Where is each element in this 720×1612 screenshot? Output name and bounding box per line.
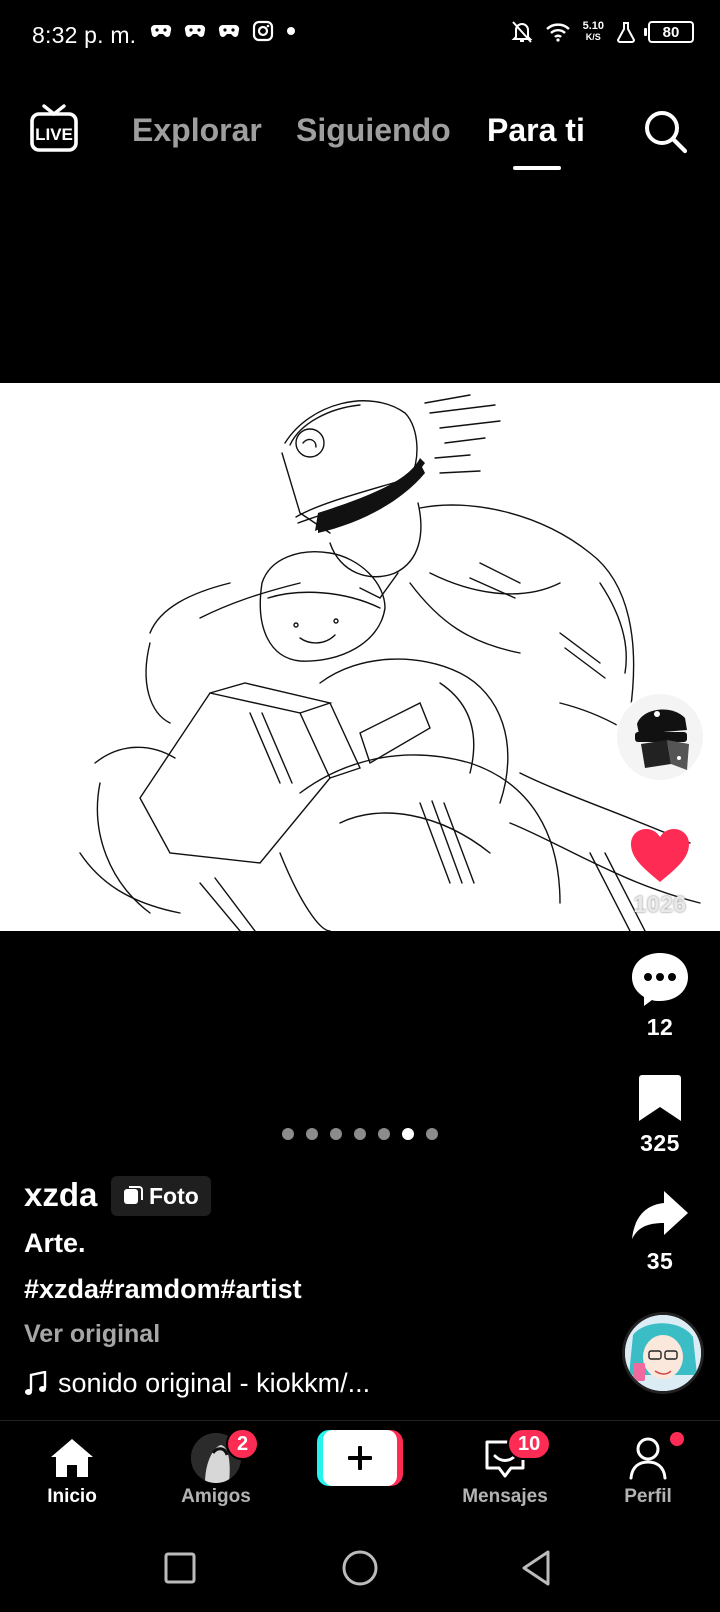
create-button[interactable] <box>317 1430 403 1486</box>
game-controller-icon <box>150 24 172 37</box>
creator-username[interactable]: xzda <box>24 1176 97 1214</box>
game-controller-icon <box>184 24 206 37</box>
tab-para-ti[interactable]: Para ti <box>487 112 585 149</box>
live-icon[interactable]: LIVE <box>30 104 78 154</box>
dot-icon <box>287 27 295 35</box>
comment-icon <box>632 953 688 1006</box>
comment-action[interactable]: 12 <box>620 951 700 1041</box>
carousel-dot-active[interactable] <box>402 1128 414 1140</box>
network-speed: 5.10 K/S <box>583 21 604 43</box>
nav-mensajes-label: Mensajes <box>462 1486 548 1507</box>
post-image[interactable] <box>0 383 720 931</box>
home-icon <box>51 1439 93 1477</box>
status-time: 8:32 p. m. <box>32 22 137 48</box>
amigos-notification-badge: 2 <box>226 1428 260 1460</box>
active-tab-indicator <box>513 166 561 170</box>
sound-disc-image <box>625 1315 701 1391</box>
photo-badge: Foto <box>111 1176 211 1216</box>
nav-amigos[interactable]: 2 Amigos <box>156 1428 276 1508</box>
battery-icon: 80 <box>644 21 694 43</box>
instagram-icon <box>252 20 274 42</box>
nav-amigos-label: Amigos <box>181 1486 251 1507</box>
carousel-dot[interactable] <box>306 1128 318 1140</box>
sketch-artwork <box>79 394 701 931</box>
tab-explorar[interactable]: Explorar <box>132 112 262 149</box>
like-count: 1026 <box>633 891 687 917</box>
perfil-notification-dot <box>670 1432 684 1446</box>
network-speed-unit: K/S <box>585 32 601 42</box>
bookmark-icon <box>639 1075 681 1121</box>
status-notification-icons <box>150 20 296 42</box>
wifi-icon <box>545 23 570 42</box>
carousel-dot[interactable] <box>426 1128 438 1140</box>
like-action[interactable]: 1026 <box>620 828 700 918</box>
network-speed-value: 5.10 <box>582 20 604 32</box>
bottom-divider <box>0 1420 720 1421</box>
search-icon[interactable] <box>642 108 688 154</box>
home-circle-icon[interactable] <box>338 1546 382 1590</box>
carousel-indicator <box>282 1128 438 1140</box>
share-action[interactable]: 35 <box>620 1189 700 1275</box>
notifications-off-icon <box>511 21 532 43</box>
nav-mensajes[interactable]: 10 Mensajes <box>445 1428 565 1508</box>
status-bar: 8:32 p. m. 5.10 K/S 80 <box>0 0 720 72</box>
nav-perfil[interactable]: Perfil <box>588 1432 708 1508</box>
mensajes-notification-badge: 10 <box>507 1428 552 1460</box>
sound-name: sonido original - kiokkm/... <box>58 1368 371 1398</box>
tab-siguiendo[interactable]: Siguiendo <box>296 112 451 149</box>
creator-avatar-image <box>617 694 703 780</box>
status-system-icons: 5.10 K/S 80 <box>511 20 694 44</box>
comment-count: 12 <box>646 1014 674 1040</box>
carousel-dot[interactable] <box>282 1128 294 1140</box>
caption-hashtags[interactable]: #xzda#ramdom#artist <box>24 1274 302 1305</box>
carousel-dot[interactable] <box>354 1128 366 1140</box>
lab-flask-icon <box>616 22 636 43</box>
caption-title: Arte. <box>24 1228 86 1258</box>
game-controller-icon <box>218 24 240 37</box>
share-icon <box>632 1191 688 1239</box>
system-navigation-bar <box>0 1526 720 1612</box>
photo-stack-icon <box>124 1186 143 1204</box>
photo-badge-label: Foto <box>149 1182 199 1209</box>
carousel-dot[interactable] <box>330 1128 342 1140</box>
nav-perfil-label: Perfil <box>624 1486 672 1507</box>
recent-apps-icon[interactable] <box>158 1546 202 1590</box>
profile-icon <box>629 1437 667 1480</box>
battery-level: 80 <box>662 23 680 41</box>
music-note-icon <box>25 1370 47 1395</box>
heart-icon <box>631 829 689 882</box>
save-action[interactable]: 325 <box>620 1073 700 1157</box>
sound-info[interactable]: sonido original - kiokkm/... <box>24 1368 370 1399</box>
nav-inicio-label: Inicio <box>47 1486 97 1507</box>
back-triangle-icon[interactable] <box>514 1546 558 1590</box>
creator-avatar[interactable] <box>615 692 705 782</box>
share-count: 35 <box>646 1248 674 1274</box>
sound-disc[interactable] <box>622 1312 704 1394</box>
top-navigation: LIVE Explorar Siguiendo Para ti <box>0 96 720 176</box>
nav-inicio[interactable]: Inicio <box>12 1434 132 1508</box>
save-count: 325 <box>640 1130 680 1156</box>
create-button-face <box>323 1430 397 1486</box>
see-original-link[interactable]: Ver original <box>24 1320 160 1349</box>
plus-icon <box>348 1446 372 1470</box>
carousel-dot[interactable] <box>378 1128 390 1140</box>
svg-text:LIVE: LIVE <box>35 125 73 144</box>
